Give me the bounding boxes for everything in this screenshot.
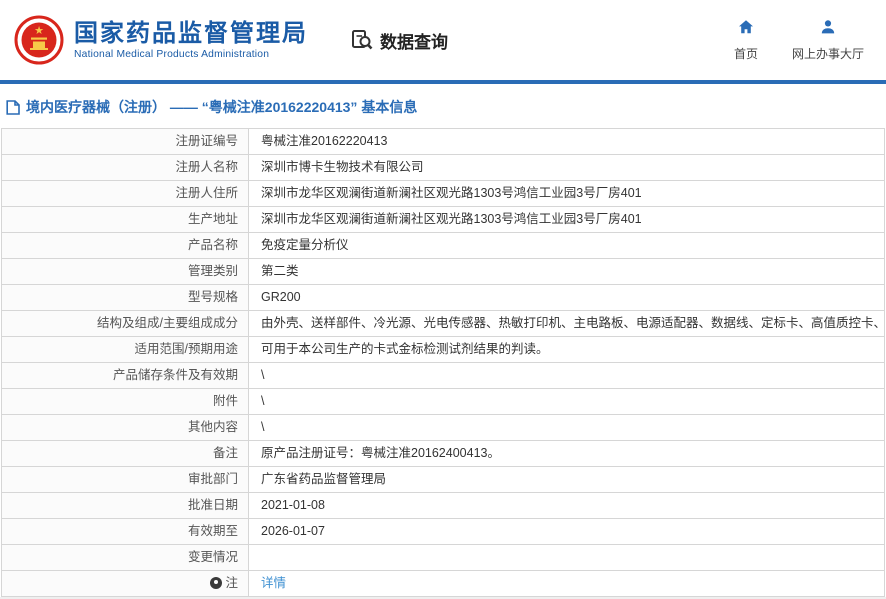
row-value: 免疫定量分析仪 (249, 233, 885, 259)
user-icon (820, 19, 836, 40)
row-value: 详情 (249, 571, 885, 597)
table-row: 其他内容\ (2, 415, 885, 441)
table-row: 生产地址深圳市龙华区观澜街道新澜社区观光路1303号鸿信工业园3号厂房401 (2, 207, 885, 233)
table-row: 注册人住所深圳市龙华区观澜街道新澜社区观光路1303号鸿信工业园3号厂房401 (2, 181, 885, 207)
row-label: 审批部门 (2, 467, 249, 493)
org-name-en: National Medical Products Administration (74, 49, 308, 60)
row-value: GR200 (249, 285, 885, 311)
row-value: 粤械注准20162220413 (249, 129, 885, 155)
row-label: 注 (2, 571, 249, 597)
row-label: 适用范围/预期用途 (2, 337, 249, 363)
nav-service-hall[interactable]: 网上办事大厅 (792, 19, 864, 62)
row-label: 型号规格 (2, 285, 249, 311)
row-value: \ (249, 363, 885, 389)
row-label: 产品名称 (2, 233, 249, 259)
nav-home-label: 首页 (734, 45, 758, 62)
table-row: 产品名称免疫定量分析仪 (2, 233, 885, 259)
row-label: 注册证编号 (2, 129, 249, 155)
row-value: 2021-01-08 (249, 493, 885, 519)
document-icon (6, 100, 20, 115)
nav-service-hall-label: 网上办事大厅 (792, 45, 864, 62)
page: ★ 国家药品监督管理局 National Medical Products Ad… (0, 0, 886, 597)
data-query-icon (350, 28, 374, 52)
row-value (249, 545, 885, 571)
row-label: 结构及组成/主要组成成分 (2, 311, 249, 337)
table-row: 审批部门广东省药品监督管理局 (2, 467, 885, 493)
data-query-label: 数据查询 (380, 28, 448, 53)
row-value: 广东省药品监督管理局 (249, 467, 885, 493)
nav-home[interactable]: 首页 (734, 19, 758, 62)
info-table-body: 注册证编号粤械注准20162220413注册人名称深圳市博卡生物技术有限公司注册… (2, 129, 885, 597)
table-row: 管理类别第二类 (2, 259, 885, 285)
row-value: 由外壳、送样部件、冷光源、光电传感器、热敏打印机、主电路板、电源适配器、数据线、… (249, 311, 885, 337)
row-label: 变更情况 (2, 545, 249, 571)
row-label: 注册人名称 (2, 155, 249, 181)
table-row: 注册证编号粤械注准20162220413 (2, 129, 885, 155)
table-row: 型号规格GR200 (2, 285, 885, 311)
row-value: 原产品注册证号：粤械注准20162400413。 (249, 441, 885, 467)
data-query-title: 数据查询 (350, 28, 448, 53)
svg-text:★: ★ (34, 25, 44, 37)
table-row: 附件\ (2, 389, 885, 415)
row-value: 2026-01-07 (249, 519, 885, 545)
row-label: 产品储存条件及有效期 (2, 363, 249, 389)
row-value: 深圳市龙华区观澜街道新澜社区观光路1303号鸿信工业园3号厂房401 (249, 207, 885, 233)
row-value: 第二类 (249, 259, 885, 285)
row-label: 有效期至 (2, 519, 249, 545)
table-row: 批准日期2021-01-08 (2, 493, 885, 519)
row-value: \ (249, 415, 885, 441)
table-row: 注详情 (2, 571, 885, 597)
row-label: 管理类别 (2, 259, 249, 285)
row-label: 其他内容 (2, 415, 249, 441)
table-row: 注册人名称深圳市博卡生物技术有限公司 (2, 155, 885, 181)
row-label: 备注 (2, 441, 249, 467)
row-label: 附件 (2, 389, 249, 415)
row-value: 可用于本公司生产的卡式金标检测试剂结果的判读。 (249, 337, 885, 363)
header-nav: 首页 网上办事大厅 (734, 19, 864, 62)
table-row: 有效期至2026-01-07 (2, 519, 885, 545)
row-value: 深圳市龙华区观澜街道新澜社区观光路1303号鸿信工业园3号厂房401 (249, 181, 885, 207)
nmpa-emblem-logo: ★ (14, 15, 64, 65)
table-row: 产品储存条件及有效期\ (2, 363, 885, 389)
table-row: 备注原产品注册证号：粤械注准20162400413。 (2, 441, 885, 467)
row-label: 批准日期 (2, 493, 249, 519)
table-row: 变更情况 (2, 545, 885, 571)
site-header: ★ 国家药品监督管理局 National Medical Products Ad… (0, 0, 886, 80)
row-label: 生产地址 (2, 207, 249, 233)
breadcrumb-text: 境内医疗器械（注册） —— “粤械注准20162220413” 基本信息 (26, 97, 417, 117)
home-icon (738, 19, 754, 40)
table-row: 适用范围/预期用途可用于本公司生产的卡式金标检测试剂结果的判读。 (2, 337, 885, 363)
row-value: \ (249, 389, 885, 415)
org-name-cn: 国家药品监督管理局 (74, 20, 308, 48)
org-names: 国家药品监督管理局 National Medical Products Admi… (74, 20, 308, 61)
row-value: 深圳市博卡生物技术有限公司 (249, 155, 885, 181)
breadcrumb: 境内医疗器械（注册） —— “粤械注准20162220413” 基本信息 (0, 84, 886, 128)
row-label: 注册人住所 (2, 181, 249, 207)
info-table: 注册证编号粤械注准20162220413注册人名称深圳市博卡生物技术有限公司注册… (1, 128, 885, 597)
table-row: 结构及组成/主要组成成分由外壳、送样部件、冷光源、光电传感器、热敏打印机、主电路… (2, 311, 885, 337)
note-icon (210, 577, 222, 589)
details-link[interactable]: 详情 (261, 576, 286, 590)
